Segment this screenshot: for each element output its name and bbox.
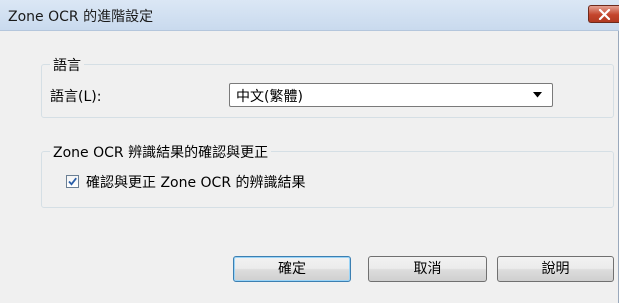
title-bar[interactable]: Zone OCR 的進階設定 bbox=[0, 0, 619, 31]
help-button[interactable]: 說明 bbox=[497, 256, 614, 282]
cancel-button[interactable]: 取消 bbox=[368, 256, 487, 282]
close-button[interactable] bbox=[588, 5, 619, 23]
close-icon bbox=[598, 9, 611, 20]
verify-correct-label[interactable]: 確認與更正 Zone OCR 的辨識結果 bbox=[86, 172, 306, 192]
language-selected-value: 中文(繁體) bbox=[236, 89, 303, 105]
window-title: Zone OCR 的進階設定 bbox=[8, 9, 154, 25]
dialog-window: Zone OCR 的進階設定 語言 語言(L): 中文(繁體) Zone OCR… bbox=[0, 0, 619, 303]
language-label: 語言(L): bbox=[50, 89, 102, 105]
checkmark-icon bbox=[68, 177, 77, 186]
verify-correct-checkbox[interactable] bbox=[66, 175, 79, 188]
ok-button[interactable]: 確定 bbox=[233, 256, 351, 282]
language-dropdown[interactable]: 中文(繁體) bbox=[229, 83, 553, 107]
zone-ocr-group-title: Zone OCR 辨識結果的確認與更正 bbox=[50, 142, 272, 162]
dropdown-arrow-icon bbox=[533, 92, 542, 98]
language-group-title: 語言 bbox=[50, 55, 84, 75]
